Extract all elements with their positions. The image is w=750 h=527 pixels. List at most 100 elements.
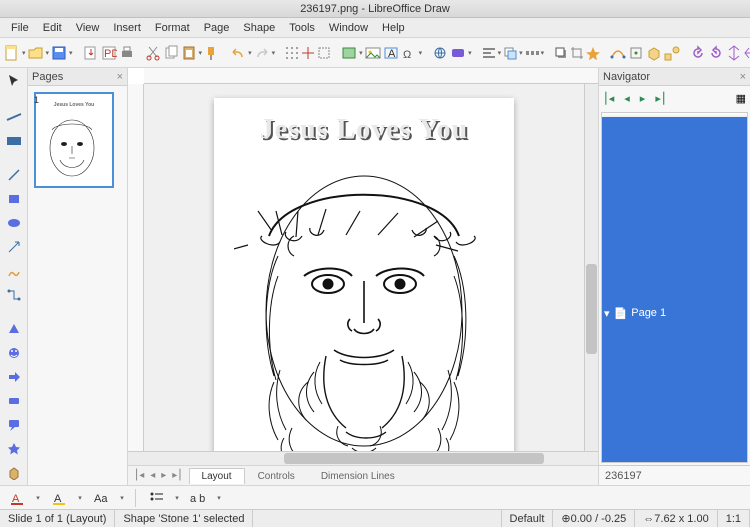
nav-last-icon[interactable]: ▸⎮ <box>655 92 666 105</box>
menu-file[interactable]: File <box>4 20 36 36</box>
print-button[interactable] <box>119 42 135 64</box>
arrange-button[interactable] <box>503 42 517 64</box>
canvas-viewport[interactable]: Jesus Loves You <box>144 84 584 451</box>
font-color-button[interactable]: A <box>6 487 28 509</box>
image-shape[interactable] <box>234 126 494 451</box>
font-color-dropdown[interactable]: ▾ <box>34 487 42 509</box>
flip-h-button[interactable] <box>744 42 750 64</box>
symbol-shapes-tool[interactable] <box>5 344 23 362</box>
drawing-page[interactable]: Jesus Loves You <box>214 98 514 451</box>
highlight-button[interactable]: A <box>48 487 70 509</box>
special-char-dropdown[interactable]: ▾ <box>419 42 423 64</box>
guides-button[interactable] <box>317 42 331 64</box>
ruler-vertical[interactable] <box>128 84 144 451</box>
menu-page[interactable]: Page <box>197 20 237 36</box>
fontwork-dropdown[interactable]: ▾ <box>468 42 472 64</box>
undo-dropdown[interactable]: ▾ <box>248 42 252 64</box>
flowchart-tool[interactable] <box>5 392 23 410</box>
tab-first-icon[interactable]: ⎮◂ <box>132 469 146 482</box>
highlight-dropdown[interactable]: ▾ <box>76 487 84 509</box>
navigator-doc-selector[interactable]: 236197 <box>599 465 750 485</box>
align-dropdown[interactable]: ▾ <box>498 42 502 64</box>
menu-edit[interactable]: Edit <box>36 20 69 36</box>
distribute-dropdown[interactable]: ▾ <box>541 42 545 64</box>
crop-button[interactable] <box>570 42 584 64</box>
cut-button[interactable] <box>145 42 161 64</box>
ruler-horizontal[interactable] <box>144 68 598 84</box>
redo-button[interactable] <box>254 42 270 64</box>
zoom-dropdown[interactable]: ▾ <box>359 42 363 64</box>
tab-controls[interactable]: Controls <box>245 468 308 484</box>
save-dropdown[interactable]: ▾ <box>69 42 73 64</box>
pages-panel-close-icon[interactable]: × <box>117 71 123 83</box>
paste-dropdown[interactable]: ▾ <box>199 42 203 64</box>
status-style[interactable]: Default <box>502 510 554 527</box>
paste-button[interactable] <box>181 42 197 64</box>
vertical-scrollbar[interactable] <box>584 84 598 451</box>
zoom-button[interactable] <box>341 42 357 64</box>
menu-help[interactable]: Help <box>375 20 412 36</box>
copy-button[interactable] <box>163 42 179 64</box>
undo-button[interactable] <box>230 42 246 64</box>
star-tool[interactable] <box>5 440 23 458</box>
distribute-button[interactable] <box>525 42 539 64</box>
nav-first-icon[interactable]: ⎮◂ <box>603 92 614 105</box>
rotate-left-button[interactable] <box>690 42 706 64</box>
export-pdf-button[interactable]: PDF <box>101 42 117 64</box>
shadow-button[interactable] <box>554 42 568 64</box>
callout-tool[interactable] <box>5 416 23 434</box>
connector-tool[interactable] <box>5 286 23 304</box>
bullets-dropdown[interactable]: ▾ <box>173 487 181 509</box>
line-tool[interactable] <box>5 166 23 184</box>
edit-points-button[interactable] <box>610 42 626 64</box>
char-spacing-dropdown[interactable]: ▾ <box>215 487 223 509</box>
char-spacing-button[interactable]: a b <box>187 487 209 509</box>
block-arrows-tool[interactable] <box>5 368 23 386</box>
horizontal-scrollbar[interactable] <box>144 452 584 465</box>
new-dropdown[interactable]: ▾ <box>22 42 26 64</box>
line-arrow-tool[interactable] <box>5 238 23 256</box>
tree-page-row[interactable]: ▾ 📄 Page 1 <box>602 117 748 463</box>
extrusion-button[interactable] <box>646 42 662 64</box>
tab-prev-icon[interactable]: ◂ <box>148 469 157 482</box>
fontwork-button[interactable] <box>450 42 466 64</box>
open-button[interactable] <box>28 42 44 64</box>
ellipse-tool[interactable] <box>5 214 23 232</box>
char-style-button[interactable]: Aa <box>90 487 112 509</box>
tab-last-icon[interactable]: ▸⎮ <box>170 469 184 482</box>
grid-button[interactable] <box>285 42 299 64</box>
char-style-dropdown[interactable]: ▾ <box>118 487 126 509</box>
navigator-tree[interactable]: ▾ 📄 Page 1 ▣ Shape 1 (Image with transpa… <box>601 112 748 463</box>
menu-tools[interactable]: Tools <box>282 20 322 36</box>
tab-dimension[interactable]: Dimension Lines <box>308 468 408 484</box>
insert-special-char-button[interactable]: Ω <box>401 42 417 64</box>
basic-shapes-tool[interactable] <box>5 320 23 338</box>
new-button[interactable] <box>4 42 20 64</box>
draw-functions-button[interactable] <box>664 42 680 64</box>
page-thumbnail-1[interactable]: 1 Jesus Loves You <box>34 92 114 188</box>
arrange-dropdown[interactable]: ▾ <box>519 42 523 64</box>
menu-insert[interactable]: Insert <box>106 20 148 36</box>
navigator-close-icon[interactable]: × <box>740 71 746 83</box>
menu-window[interactable]: Window <box>322 20 375 36</box>
filter-button[interactable] <box>586 42 600 64</box>
align-button[interactable] <box>482 42 496 64</box>
bullets-button[interactable] <box>145 487 167 509</box>
fill-color-tool[interactable] <box>5 132 23 150</box>
tab-layout[interactable]: Layout <box>189 468 245 484</box>
flip-v-button[interactable] <box>726 42 742 64</box>
status-zoom[interactable]: 1:1 <box>718 510 750 527</box>
clone-format-button[interactable] <box>204 42 220 64</box>
insert-textbox-button[interactable]: A <box>383 42 399 64</box>
line-color-tool[interactable] <box>5 108 23 126</box>
nav-prev-icon[interactable]: ◂ <box>624 92 630 105</box>
insert-hyperlink-button[interactable] <box>432 42 448 64</box>
save-button[interactable] <box>51 42 67 64</box>
pages-thumb-area[interactable]: 1 Jesus Loves You <box>28 86 127 485</box>
menu-format[interactable]: Format <box>148 20 197 36</box>
tab-next-icon[interactable]: ▸ <box>159 469 168 482</box>
export-button[interactable] <box>83 42 99 64</box>
3d-tool[interactable] <box>5 464 23 482</box>
nav-dragmode-icon[interactable]: ▦ <box>736 92 746 105</box>
snap-button[interactable] <box>301 42 315 64</box>
